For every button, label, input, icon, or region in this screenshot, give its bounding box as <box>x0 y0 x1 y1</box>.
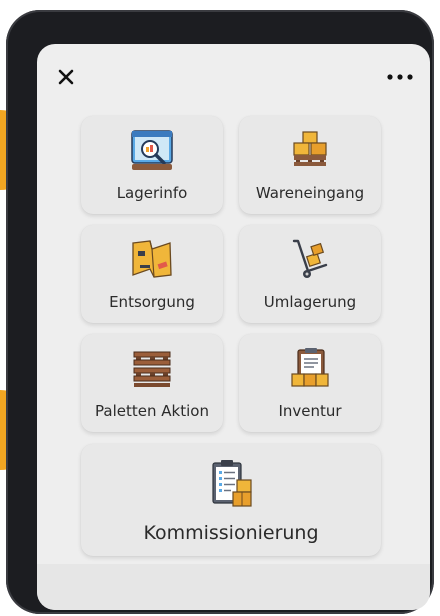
tile-paletten-aktion[interactable]: Paletten Aktion <box>81 334 223 432</box>
pallets-icon <box>133 351 171 387</box>
tile-label: Wareneingang <box>255 184 365 202</box>
tile-entsorgung[interactable]: Entsorgung <box>81 225 223 323</box>
damaged-box-icon <box>132 240 172 278</box>
tile-label: Paletten Aktion <box>95 402 209 420</box>
tile-lagerinfo[interactable]: Lagerinfo <box>81 116 223 214</box>
tile-label: Kommissionierung <box>143 522 319 544</box>
tile-inventur[interactable]: Inventur <box>239 334 381 432</box>
more-options-button[interactable] <box>386 68 414 86</box>
app-screen: Lagerinfo Wareneingang Entsorgung Umlage… <box>37 44 430 610</box>
screen-bottom-bar <box>37 564 430 610</box>
hand-truck-icon <box>292 239 328 278</box>
warehouse-search-icon <box>131 130 173 170</box>
tablet-frame: Lagerinfo Wareneingang Entsorgung Umlage… <box>6 10 434 614</box>
tile-label: Umlagerung <box>263 293 357 311</box>
tile-label: Lagerinfo <box>116 184 188 202</box>
tile-kommissionierung[interactable]: Kommissionierung <box>81 444 381 556</box>
tile-label: Inventur <box>278 402 342 420</box>
tile-umlagerung[interactable]: Umlagerung <box>239 225 381 323</box>
close-button[interactable] <box>55 66 77 88</box>
close-icon <box>58 69 74 85</box>
tile-wareneingang[interactable]: Wareneingang <box>239 116 381 214</box>
tile-label: Entsorgung <box>109 293 195 311</box>
boxes-on-pallet-icon <box>293 131 327 166</box>
picking-list-icon <box>212 460 252 507</box>
more-icon <box>387 74 413 80</box>
clipboard-boxes-icon <box>291 348 329 387</box>
